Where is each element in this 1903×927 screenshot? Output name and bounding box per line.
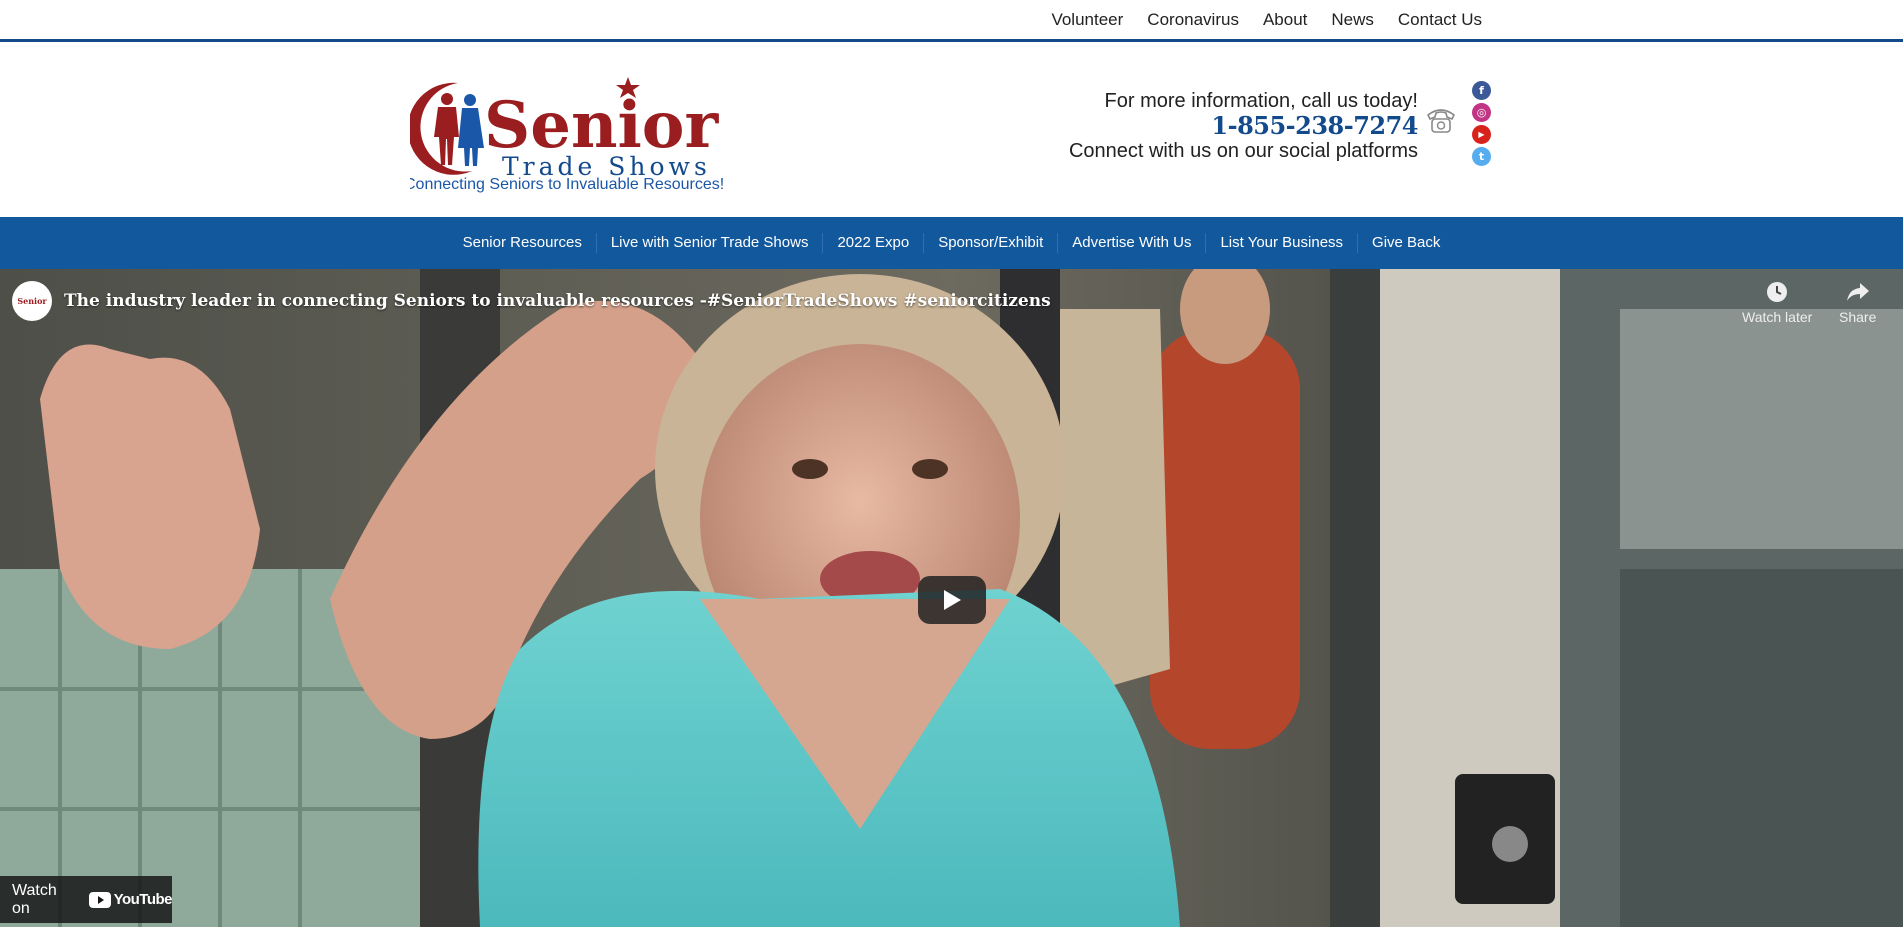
nav-advertise-with-us[interactable]: Advertise With Us	[1057, 233, 1205, 253]
phone-number[interactable]: 1-855-238-7274	[1069, 113, 1418, 139]
video-title-bar: Senior The industry leader in connecting…	[12, 281, 1051, 321]
facebook-icon[interactable]: f	[1472, 81, 1491, 100]
watch-on-label: Watch on	[12, 881, 57, 917]
contact-info: For more information, call us today! 1-8…	[1068, 89, 1419, 163]
nav-senior-resources[interactable]: Senior Resources	[449, 233, 596, 253]
info-line: For more information, call us today!	[1104, 90, 1418, 112]
share-button[interactable]: Share	[1839, 281, 1876, 325]
nav-give-back[interactable]: Give Back	[1357, 233, 1454, 253]
top-nav-about[interactable]: About	[1263, 10, 1307, 30]
youtube-icon[interactable]: ▶	[1472, 125, 1491, 144]
social-line: Connect with us on our social platforms	[1068, 140, 1418, 162]
main-nav: Senior Resources Live with Senior Trade …	[0, 217, 1903, 269]
share-icon	[1846, 283, 1869, 301]
clock-icon	[1767, 282, 1788, 302]
tagline-text: Connecting Seniors to Invaluable Resourc…	[410, 176, 726, 193]
youtube-video-embed[interactable]: Senior The industry leader in connecting…	[0, 269, 1903, 927]
video-title[interactable]: The industry leader in connecting Senior…	[64, 291, 1051, 311]
play-icon	[944, 590, 961, 610]
top-nav-news[interactable]: News	[1331, 10, 1374, 30]
instagram-icon[interactable]: ◎	[1472, 103, 1491, 122]
top-bar: Volunteer Coronavirus About News Contact…	[0, 0, 1903, 42]
top-nav: Volunteer Coronavirus About News Contact…	[1051, 10, 1482, 30]
watch-later-button[interactable]: Watch later	[1742, 281, 1812, 325]
youtube-play-icon	[88, 891, 111, 908]
tagline-marquee: Connecting Seniors to Invaluable Resourc…	[410, 176, 726, 198]
channel-avatar[interactable]: Senior	[12, 281, 52, 321]
nav-sponsor-exhibit[interactable]: Sponsor/Exhibit	[923, 233, 1057, 253]
watch-on-youtube-button[interactable]: Watch on YouTube	[0, 876, 173, 923]
twitter-icon[interactable]: t	[1472, 147, 1491, 166]
youtube-logo: YouTube	[88, 891, 173, 908]
play-button[interactable]	[918, 576, 986, 624]
top-nav-volunteer[interactable]: Volunteer	[1051, 10, 1123, 30]
top-nav-contact-us[interactable]: Contact Us	[1398, 10, 1482, 30]
site-header: Senior Trade Shows Connecting Seniors to…	[0, 45, 1903, 217]
youtube-wordmark: YouTube	[113, 891, 173, 908]
share-label: Share	[1839, 309, 1877, 325]
nav-2022-expo[interactable]: 2022 Expo	[822, 233, 923, 253]
nav-list-your-business[interactable]: List Your Business	[1205, 233, 1357, 253]
social-icons: f ◎ ▶ t	[1472, 81, 1491, 166]
telephone-icon	[1426, 109, 1456, 133]
nav-live-with-senior-trade-shows[interactable]: Live with Senior Trade Shows	[595, 233, 823, 253]
top-nav-coronavirus[interactable]: Coronavirus	[1147, 10, 1239, 30]
watch-later-label: Watch later	[1742, 309, 1813, 325]
